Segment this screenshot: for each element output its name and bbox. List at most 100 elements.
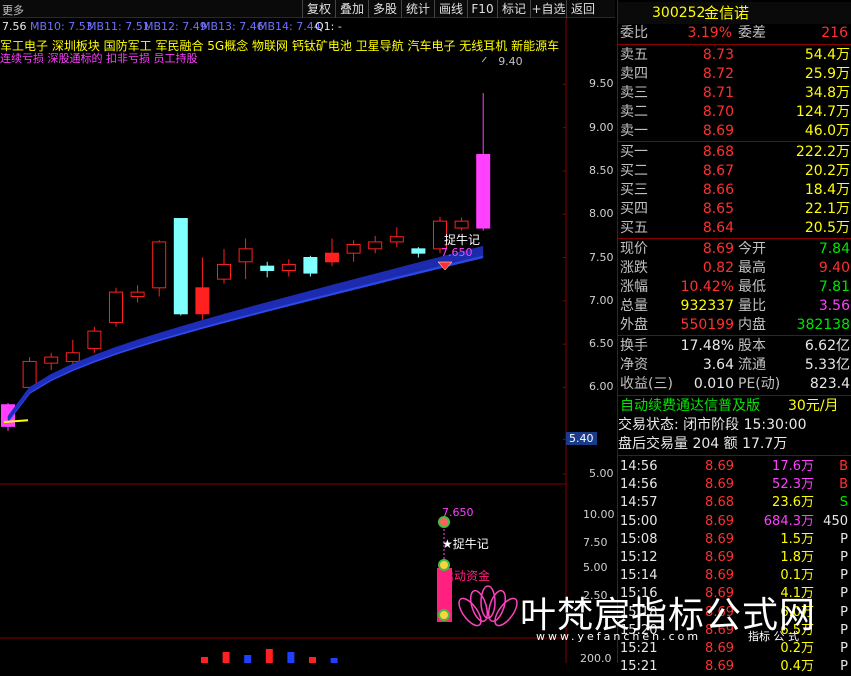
lower-fund: 启动资金 [442,568,490,583]
bid-row-3[interactable]: 买四 8.65 22.1万 [618,200,851,219]
book-label: 买四 [620,201,648,217]
stat-label: 最高 [738,260,766,276]
tick-time: 15:14 [620,568,658,584]
toolbar-button-0[interactable]: 复权 [302,0,335,18]
book-volume: 124.7万 [795,104,850,120]
bid-row-4[interactable]: 买五 8.64 20.5万 [618,219,851,238]
tick-volume: 684.3万 [763,513,814,529]
tick-row-11: 15:21 8.69 0.4万 P [618,657,851,676]
lower-tick-2: 5.00 [583,561,608,574]
book-volume: 34.8万 [804,85,850,101]
book-price: 8.69 [702,123,734,139]
tick-price: 8.69 [705,477,734,493]
toolbar-button-1[interactable]: 叠加 [335,0,368,18]
price-tick-1: 9.00 [589,120,614,134]
stat-label: 总量 [620,298,648,314]
toolbar-button-6[interactable]: 标记 [497,0,530,18]
book-label: 买一 [620,144,648,160]
bid-row-0[interactable]: 买一 8.68 222.2万 [618,143,851,162]
book-price: 8.68 [702,144,734,160]
tick-row-6: 15:14 8.69 0.1万 P [618,566,851,585]
toolbar-button-4[interactable]: 画线 [434,0,467,18]
stat-label: PE(动) [738,376,781,392]
signal-name: 捉牛记 [444,232,480,247]
book-label: 买三 [620,182,648,198]
tick-price: 8.69 [705,459,734,474]
stat-label: 今开 [738,241,766,257]
more-menu[interactable]: 更多 [2,2,24,18]
ma-line-3 [7,254,484,422]
toolbar-button-8[interactable]: 返回 [566,0,599,18]
toolbar-button-5[interactable]: F10 [467,0,497,18]
tick-time: 15:00 [620,513,658,529]
tick-side: B [839,459,848,474]
stat-value: 17.48% [680,338,734,354]
ask-row-0[interactable]: 卖五 8.73 54.4万 [618,46,851,65]
volume-bar-10 [309,657,316,663]
candle-16 [346,240,361,262]
candle-6 [130,285,145,303]
stat-label: 涨幅 [620,279,648,295]
price-tick-5: 7.00 [589,293,614,307]
tick-time: 14:57 [620,495,658,511]
volume-bar-6 [222,652,230,663]
tick-price: 8.69 [705,568,734,584]
tick-row-5: 15:12 8.69 1.8万 P [618,548,851,567]
kline-chart[interactable]: 9.40 捉牛记 7.650 7.650 ★捉牛记 启动资金 更多 复权 叠加 多股 统计 画线 F… [0,0,615,665]
stock-name: 金信诺 [704,4,750,22]
candle-9 [195,257,210,320]
toolbar-button-2[interactable]: 多股 [368,0,401,18]
stat-value: 3.56 [818,298,850,314]
ask-row-4[interactable]: 卖一 8.69 46.0万 [618,122,851,141]
book-label: 卖四 [620,66,648,82]
volume-bar-11 [330,658,338,663]
candle-7 [152,240,167,297]
candle-2 [44,352,59,371]
tick-volume: 23.6万 [772,495,814,511]
tick-side: P [840,531,848,547]
tick-row-1: 14:56 8.69 52.3万 B [618,475,851,494]
lower-signal: ★捉牛记 [442,536,489,551]
tick-time: 14:56 [620,477,658,493]
promo-row[interactable]: 自动续费通达信普及版 30元/月 [618,397,851,416]
ma-value-1: MB10: 7.53 [30,20,93,33]
candle-5 [109,287,123,327]
stats-row-0: 现价 8.69 今开 7.84 [618,240,851,259]
stat-label: 外盘 [620,317,648,333]
ask-row-3[interactable]: 卖二 8.70 124.7万 [618,103,851,122]
book-price: 8.65 [702,201,734,217]
book-label: 卖三 [620,85,648,101]
stat-value: 10.42% [680,279,734,295]
book-volume: 46.0万 [804,123,850,139]
book-label: 卖二 [620,104,648,120]
stat-label: 涨跌 [620,260,648,276]
toolbar-button-3[interactable]: 统计 [401,0,434,18]
tick-side: P [840,641,848,656]
tick-row-0: 14:56 8.69 17.6万 B [618,457,851,476]
bid-row-2[interactable]: 买三 8.66 18.4万 [618,181,851,200]
stat-label: 现价 [620,241,648,257]
ask-row-1[interactable]: 卖四 8.72 25.9万 [618,65,851,84]
ma-value-5: MB14: 7.44 [258,20,321,33]
lotus-logo-icon [458,585,518,627]
candle-15 [325,238,339,267]
ask-row-2[interactable]: 卖三 8.71 34.8万 [618,84,851,103]
book-volume: 20.2万 [804,163,850,179]
toolbar-button-7[interactable]: +自选 [530,0,566,18]
book-price: 8.64 [702,220,734,236]
stat-value: 932337 [680,298,734,314]
book-price: 8.66 [702,182,734,198]
volume-bar-9 [287,652,295,663]
book-price: 8.73 [702,47,734,63]
weibi-value: 3.19% [687,25,732,41]
signal-price: 7.650 [441,246,473,259]
price-tick-9: 5.00 [589,467,614,480]
lower-price: 7.650 [442,506,474,519]
chart-canvas[interactable]: 9.40捉牛记7.6507.650★捉牛记启动资金 [0,0,615,663]
high-marker [481,56,487,63]
lower-tick-1: 7.50 [583,536,608,549]
candle-4 [87,326,102,353]
bid-row-1[interactable]: 买二 8.67 20.2万 [618,162,851,181]
ma-value-4: MB13: 7.46 [201,20,264,33]
ma-line-0 [7,257,484,423]
